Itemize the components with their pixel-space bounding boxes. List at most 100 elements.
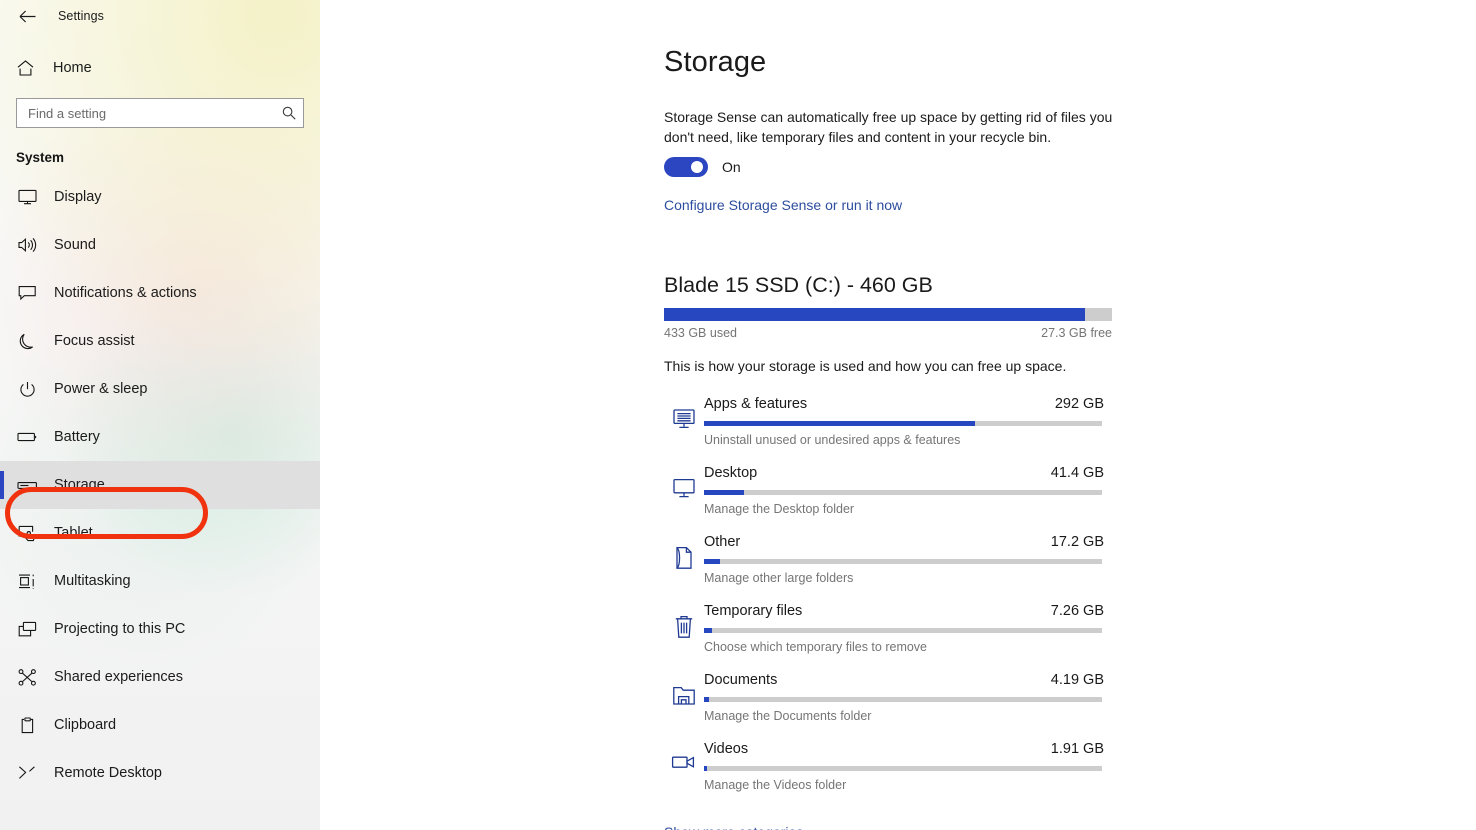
video-camera-icon [664, 741, 704, 771]
sidebar-item-tablet[interactable]: Tablet [0, 509, 320, 557]
tablet-touch-icon [16, 525, 38, 542]
sidebar-item-projecting[interactable]: Projecting to this PC [0, 605, 320, 653]
share-nodes-icon [16, 668, 38, 686]
sidebar-item-remote-desktop[interactable]: Remote Desktop [0, 749, 320, 797]
sidebar-item-multitasking[interactable]: Multitasking [0, 557, 320, 605]
sidebar-item-shared-experiences[interactable]: Shared experiences [0, 653, 320, 701]
category-size: 1.91 GB [1050, 741, 1104, 757]
drive-free-label: 27.3 GB free [1041, 326, 1112, 340]
category-size: 4.19 GB [1050, 672, 1104, 688]
storage-sense-description: Storage Sense can automatically free up … [664, 109, 1113, 145]
moon-icon [16, 333, 38, 350]
sidebar-item-power-sleep[interactable]: Power & sleep [0, 365, 320, 413]
category-usage-bar [704, 697, 1102, 702]
speaker-icon [16, 237, 38, 253]
toggle-knob [691, 161, 703, 173]
sidebar-item-battery[interactable]: Battery [0, 413, 320, 461]
sidebar-item-storage[interactable]: Storage [0, 461, 320, 509]
category-subtitle: Manage the Documents folder [704, 709, 872, 723]
category-subtitle: Manage other large folders [704, 571, 854, 585]
drive-icon [16, 480, 38, 491]
category-name: Temporary files [704, 603, 803, 619]
drive-used-label: 433 GB used [664, 326, 737, 340]
sidebar-item-label: Projecting to this PC [54, 621, 186, 637]
drive-title: Blade 15 SSD (C:) - 460 GB [664, 273, 933, 297]
sidebar-item-label: Notifications & actions [54, 285, 197, 301]
home-icon [14, 60, 36, 76]
category-usage-bar [704, 559, 1102, 564]
sidebar-item-sound[interactable]: Sound [0, 221, 320, 269]
storage-category-row[interactable]: Apps & features 292 GB Uninstall unused … [664, 396, 1476, 465]
sidebar-item-label: Sound [54, 237, 96, 253]
sidebar-item-label: Display [54, 189, 102, 205]
sidebar-item-label: Focus assist [54, 333, 135, 349]
search-container [0, 90, 320, 128]
drive-note: This is how your storage is used and how… [664, 358, 1067, 374]
category-name: Desktop [704, 465, 758, 481]
storage-category-row[interactable]: Videos 1.91 GB Manage the Videos folder [664, 741, 1476, 810]
main-content: Storage Storage Sense can automatically … [320, 0, 1476, 830]
category-name: Documents [704, 672, 778, 688]
category-subtitle: Choose which temporary files to remove [704, 640, 928, 654]
category-size: 292 GB [1054, 396, 1104, 412]
configure-storage-sense-link[interactable]: Configure Storage Sense or run it now [664, 197, 902, 213]
category-size: 17.2 GB [1050, 534, 1104, 550]
search-input[interactable] [26, 104, 275, 122]
apps-monitor-icon [664, 396, 704, 430]
category-usage-fill [704, 697, 709, 702]
category-usage-fill [704, 766, 708, 771]
monitor-icon [16, 189, 38, 205]
sidebar-item-notifications[interactable]: Notifications & actions [0, 269, 320, 317]
storage-category-list: Apps & features 292 GB Uninstall unused … [664, 396, 1476, 810]
multitasking-icon [16, 573, 38, 590]
storage-category-row[interactable]: Documents 4.19 GB Manage the Documents f… [664, 672, 1476, 741]
sidebar-item-label: Power & sleep [54, 381, 148, 397]
back-arrow-icon[interactable] [14, 4, 40, 28]
app-title: Settings [58, 9, 104, 23]
category-name: Other [704, 534, 741, 550]
storage-sense-toggle-row: On [664, 157, 1476, 177]
sidebar-item-label: Battery [54, 429, 100, 445]
storage-sense-toggle[interactable] [664, 157, 708, 177]
sidebar-item-display[interactable]: Display [0, 173, 320, 221]
settings-window: Settings Home Find a setting System Disp… [0, 0, 1476, 830]
drive-usage-fill [664, 308, 1086, 321]
sidebar-home-label: Home [53, 60, 92, 76]
category-size: 7.26 GB [1050, 603, 1104, 619]
page-icon [664, 534, 704, 570]
sidebar-item-clipboard[interactable]: Clipboard [0, 701, 320, 749]
category-subtitle: Manage the Desktop folder [704, 502, 855, 516]
sidebar-item-label: Shared experiences [54, 669, 183, 685]
storage-category-row[interactable]: Desktop 41.4 GB Manage the Desktop folde… [664, 465, 1476, 534]
power-icon [16, 381, 38, 398]
page-title: Storage [664, 46, 767, 78]
category-usage-fill [704, 490, 744, 495]
search-icon [282, 106, 296, 120]
sidebar-item-focus-assist[interactable]: Focus assist [0, 317, 320, 365]
drive-usage-legend: 433 GB used 27.3 GB free [664, 326, 1112, 340]
storage-sense-toggle-state: On [722, 159, 741, 175]
battery-icon [16, 431, 38, 443]
folder-icon [664, 672, 704, 706]
title-bar: Settings [0, 0, 320, 32]
storage-category-row[interactable]: Other 17.2 GB Manage other large folders [664, 534, 1476, 603]
category-usage-bar [704, 628, 1102, 633]
sidebar-item-home[interactable]: Home [0, 46, 320, 90]
category-subtitle: Manage the Videos folder [704, 778, 847, 792]
category-name: Apps & features [704, 396, 808, 412]
category-usage-fill [704, 628, 712, 633]
sidebar-nav-list: Display Sound Notifications & actions Fo… [0, 173, 320, 809]
search-box[interactable] [16, 98, 304, 128]
chat-bubble-icon [16, 285, 38, 301]
category-subtitle: Uninstall unused or undesired apps & fea… [704, 433, 961, 447]
category-usage-fill [704, 421, 975, 426]
show-more-categories-link[interactable]: Show more categories [664, 824, 803, 830]
sidebar: Settings Home Find a setting System Disp… [0, 0, 320, 830]
storage-category-row[interactable]: Temporary files 7.26 GB Choose which tem… [664, 603, 1476, 672]
sidebar-item-label: Clipboard [54, 717, 117, 733]
clipboard-icon [16, 716, 38, 734]
sidebar-group-header: System [16, 150, 65, 165]
remote-desktop-icon [16, 765, 38, 781]
trash-icon [664, 603, 704, 639]
category-usage-bar [704, 490, 1102, 495]
